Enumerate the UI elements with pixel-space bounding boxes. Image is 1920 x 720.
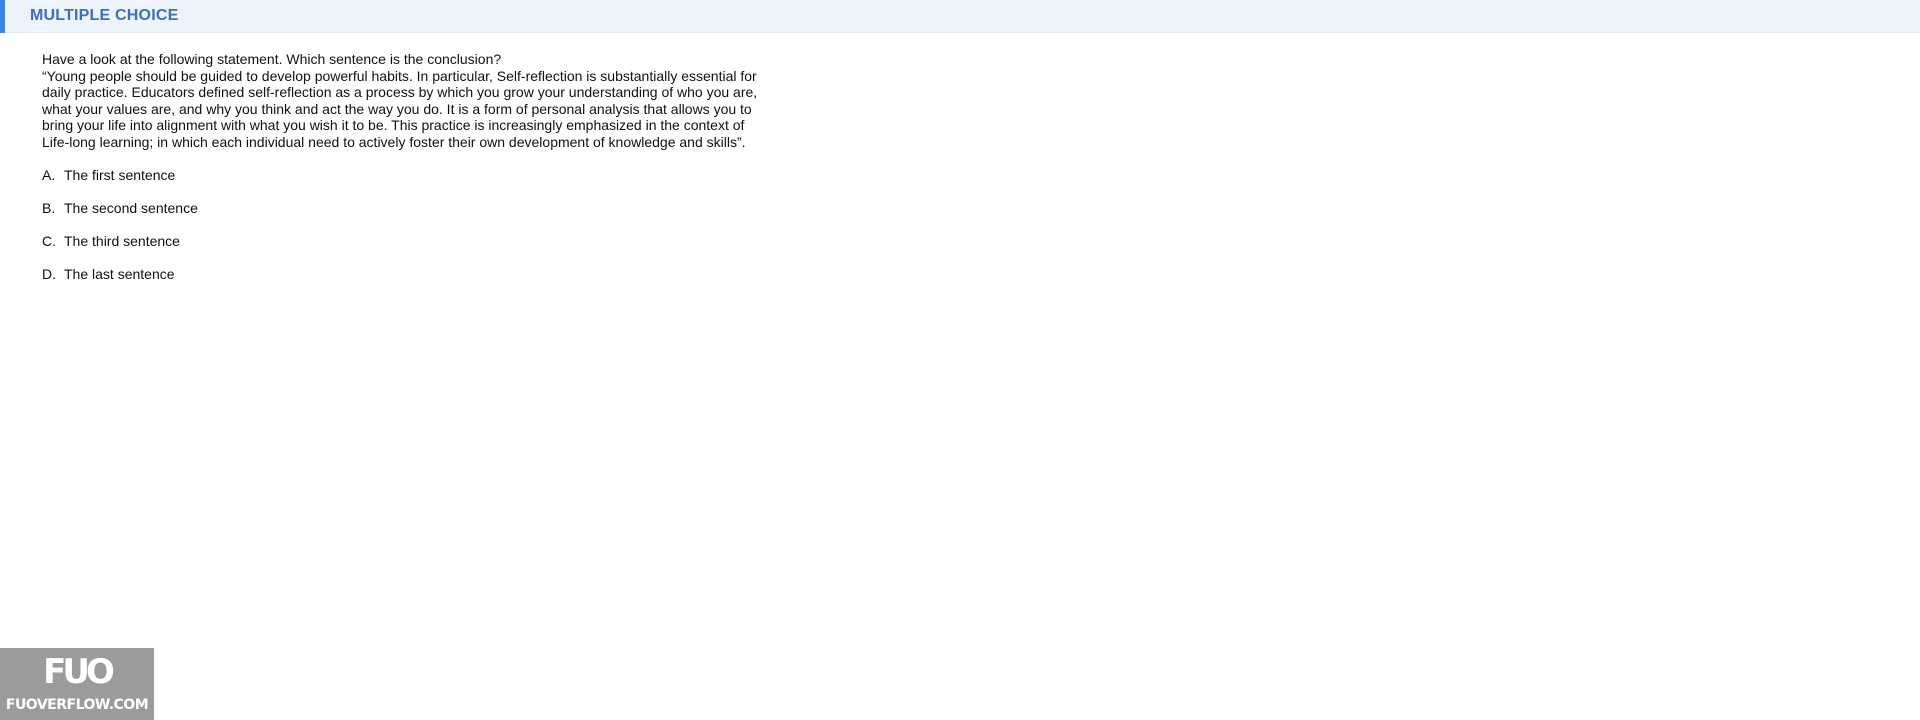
question-statement: “Young people should be guided to develo… [42, 67, 758, 150]
option-letter: C. [42, 233, 56, 249]
section-header: MULTIPLE CHOICE [0, 0, 1920, 33]
answer-option-b[interactable]: B. The second sentence [42, 200, 762, 217]
question-prompt: Have a look at the following statement. … [42, 51, 502, 67]
option-letter: A. [42, 167, 56, 183]
logo-text: FUOVERFLOW.COM [5, 697, 149, 713]
header-accent-bar [0, 0, 5, 33]
option-text: The first sentence [64, 167, 176, 183]
option-text: The second sentence [64, 200, 198, 216]
logo-mark: FUO [43, 652, 115, 692]
option-text: The third sentence [64, 233, 180, 249]
answer-option-d[interactable]: D. The last sentence [42, 266, 762, 283]
answer-option-c[interactable]: C. The third sentence [42, 233, 762, 250]
watermark-logo: FUO FUOVERFLOW.COM [0, 648, 154, 720]
question-block: Have a look at the following statement. … [42, 51, 762, 299]
option-letter: D. [42, 266, 56, 282]
option-text: The last sentence [64, 266, 175, 282]
answer-option-a[interactable]: A. The first sentence [42, 167, 762, 184]
option-letter: B. [42, 200, 56, 216]
section-title: MULTIPLE CHOICE [30, 7, 179, 24]
answer-options: A. The first sentence B. The second senten… [42, 167, 762, 283]
